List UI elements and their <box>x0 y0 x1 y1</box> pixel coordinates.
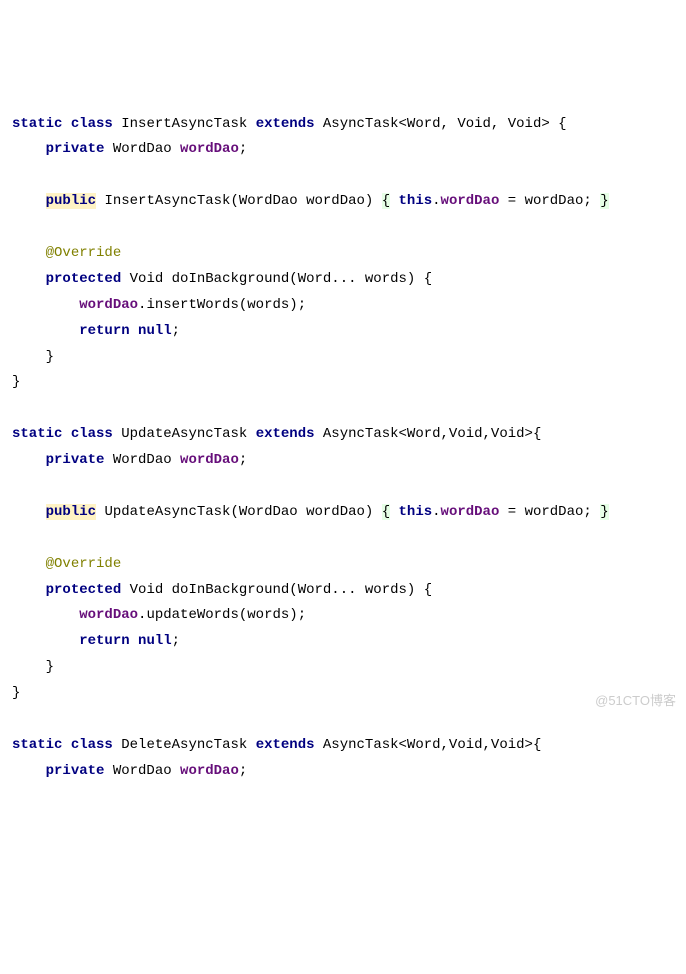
paren: ( <box>230 193 238 209</box>
brace: { <box>424 582 432 598</box>
keyword-extends: extends <box>256 426 315 442</box>
method-call: insertWords <box>146 297 238 313</box>
keyword-protected: protected <box>46 582 122 598</box>
brace: } <box>600 193 608 209</box>
paren: ) <box>407 271 415 287</box>
constructor-name: InsertAsyncTask <box>104 193 230 209</box>
method-name: doInBackground <box>172 271 290 287</box>
paren: ) <box>407 582 415 598</box>
type-word: Word <box>298 271 332 287</box>
paren: ) <box>365 504 373 520</box>
field-worddao: wordDao <box>79 607 138 623</box>
arg: words <box>247 297 289 313</box>
param: words <box>365 271 407 287</box>
semicolon: ; <box>239 763 247 779</box>
field-worddao: wordDao <box>79 297 138 313</box>
varargs: ... <box>331 271 365 287</box>
field-worddao: wordDao <box>441 504 500 520</box>
assignment: = wordDao; <box>499 504 600 520</box>
param: wordDao <box>306 504 365 520</box>
type-worddao: WordDao <box>113 452 172 468</box>
field-worddao: wordDao <box>180 452 239 468</box>
dot: . <box>432 193 440 209</box>
brace: } <box>12 374 20 390</box>
brace: } <box>46 349 54 365</box>
type-worddao: WordDao <box>113 763 172 779</box>
keyword-protected: protected <box>46 271 122 287</box>
arg: words <box>247 607 289 623</box>
brace: } <box>12 685 20 701</box>
paren: ) <box>289 297 297 313</box>
keyword-static: static <box>12 737 62 753</box>
param: words <box>365 582 407 598</box>
annotation-override: @Override <box>46 556 122 572</box>
keyword-class: class <box>71 426 113 442</box>
semicolon: ; <box>298 297 306 313</box>
paren: ( <box>230 504 238 520</box>
type-asynctask: AsyncTask<Word,Void,Void> <box>323 426 533 442</box>
type-void: Void <box>130 582 164 598</box>
semicolon: ; <box>172 323 180 339</box>
field-worddao: wordDao <box>180 763 239 779</box>
paren: ( <box>289 271 297 287</box>
keyword-static: static <box>12 116 62 132</box>
brace: { <box>533 737 541 753</box>
keyword-this: this <box>399 504 433 520</box>
code-block: static class InsertAsyncTask extends Asy… <box>12 112 674 785</box>
keyword-extends: extends <box>256 116 315 132</box>
keyword-private: private <box>46 452 105 468</box>
class-name: InsertAsyncTask <box>121 116 247 132</box>
dot: . <box>432 504 440 520</box>
param: wordDao <box>306 193 365 209</box>
paren: ) <box>289 607 297 623</box>
paren: ) <box>365 193 373 209</box>
type-worddao: WordDao <box>239 193 298 209</box>
keyword-null: null <box>138 323 172 339</box>
keyword-private: private <box>46 141 105 157</box>
keyword-class: class <box>71 116 113 132</box>
brace: } <box>600 504 608 520</box>
keyword-private: private <box>46 763 105 779</box>
keyword-public: public <box>46 504 96 520</box>
assignment: = wordDao; <box>499 193 600 209</box>
brace: } <box>46 659 54 675</box>
paren: ( <box>239 297 247 313</box>
brace: { <box>558 116 566 132</box>
keyword-public: public <box>46 193 96 209</box>
semicolon: ; <box>239 141 247 157</box>
keyword-class: class <box>71 737 113 753</box>
field-worddao: wordDao <box>441 193 500 209</box>
class-name: UpdateAsyncTask <box>121 426 247 442</box>
brace: { <box>533 426 541 442</box>
keyword-extends: extends <box>256 737 315 753</box>
type-word: Word <box>298 582 332 598</box>
varargs: ... <box>331 582 365 598</box>
type-worddao: WordDao <box>239 504 298 520</box>
keyword-this: this <box>399 193 433 209</box>
brace: { <box>424 271 432 287</box>
brace: { <box>382 193 390 209</box>
field-worddao: wordDao <box>180 141 239 157</box>
watermark-text: @51CTO博客 <box>595 689 676 713</box>
type-asynctask: AsyncTask<Word,Void,Void> <box>323 737 533 753</box>
keyword-return: return <box>79 633 129 649</box>
keyword-null: null <box>138 633 172 649</box>
method-name: doInBackground <box>172 582 290 598</box>
class-name: DeleteAsyncTask <box>121 737 247 753</box>
annotation-override: @Override <box>46 245 122 261</box>
brace: { <box>382 504 390 520</box>
type-asynctask: AsyncTask<Word, Void, Void> <box>323 116 550 132</box>
semicolon: ; <box>298 607 306 623</box>
method-call: updateWords <box>146 607 238 623</box>
constructor-name: UpdateAsyncTask <box>104 504 230 520</box>
type-worddao: WordDao <box>113 141 172 157</box>
type-void: Void <box>130 271 164 287</box>
semicolon: ; <box>239 452 247 468</box>
paren: ( <box>239 607 247 623</box>
paren: ( <box>289 582 297 598</box>
semicolon: ; <box>172 633 180 649</box>
keyword-static: static <box>12 426 62 442</box>
keyword-return: return <box>79 323 129 339</box>
